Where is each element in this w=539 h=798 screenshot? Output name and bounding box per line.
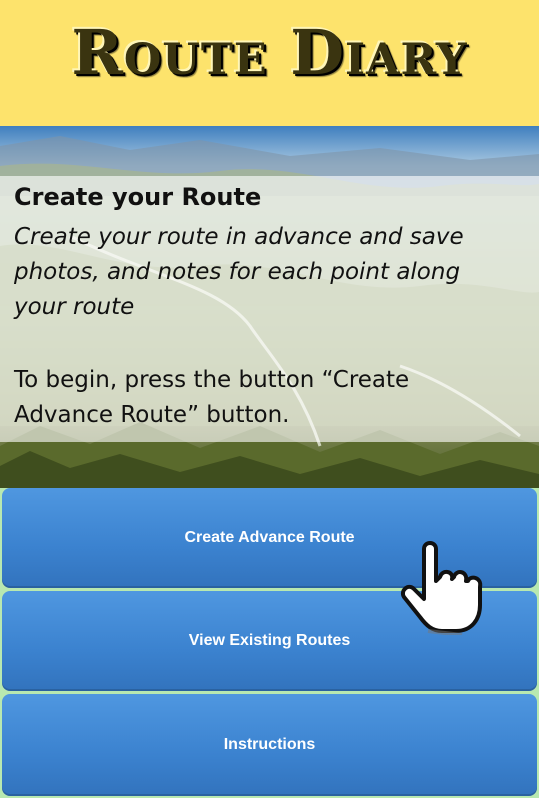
app-header: Route Diary	[0, 0, 539, 126]
intro-instruction: To begin, press the button “Create Advan…	[14, 367, 410, 428]
instructions-button[interactable]: Instructions	[2, 694, 537, 796]
intro-heading: Create your Route	[14, 183, 262, 211]
pointing-hand-icon	[401, 541, 483, 635]
intro-description: Create your route in advance and save ph…	[14, 224, 464, 320]
app-title: Route Diary	[71, 16, 468, 89]
